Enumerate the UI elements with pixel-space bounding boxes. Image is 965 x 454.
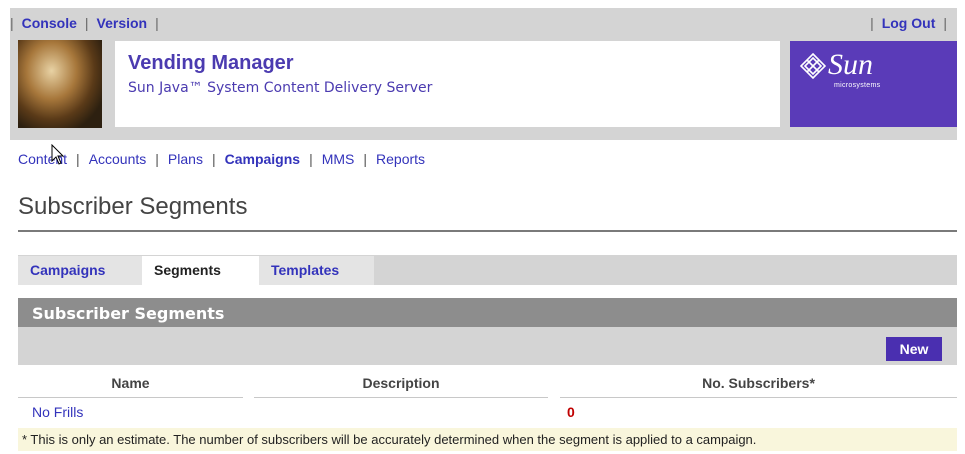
sun-logo-subtext: microsystems [834,82,881,89]
logout-area: | Log Out | [862,15,955,31]
title-divider [18,230,957,232]
mouse-cursor-icon [51,144,65,165]
column-divider [18,397,243,398]
subnav-item-campaigns[interactable]: Campaigns [225,151,300,167]
subnav-item-plans[interactable]: Plans [168,151,203,167]
subnav-separator: | [155,151,159,167]
column-divider [560,397,957,398]
subnav-separator: | [211,151,216,167]
top-nav: | Console | Version | [10,15,167,31]
new-segment-button[interactable]: New [886,337,942,361]
tab-templates[interactable]: Templates [259,256,374,285]
top-nav-separator: | [870,15,874,31]
sub-nav: Content | Accounts | Plans | Campaigns | MMS | Rep… [18,151,425,167]
sun-logo-icon [800,53,826,79]
column-header-subscribers[interactable]: No. Subscribers* [560,375,957,391]
segment-name-link[interactable]: No Frills [32,404,83,420]
app-title: Vending Manager [128,52,294,74]
subnav-separator: | [76,151,80,167]
logout-link[interactable]: Log Out [882,15,936,31]
app-subtitle: Sun Java™ System Content Delivery Server [128,80,433,96]
column-divider [254,397,548,398]
top-nav-separator: | [155,15,159,31]
section-title: Subscriber Segments [32,304,225,323]
top-nav-separator: | [943,15,947,31]
tab-segments[interactable]: Segments [142,256,260,285]
version-link[interactable]: Version [97,15,148,31]
subnav-separator: | [309,151,313,167]
page-title: Subscriber Segments [18,193,248,220]
table-toolbar [18,327,957,365]
subnav-item-reports[interactable]: Reports [376,151,425,167]
tab-campaigns[interactable]: Campaigns [18,256,142,285]
coins-photo [18,40,102,128]
column-header-description[interactable]: Description [254,375,548,391]
subnav-separator: | [363,151,368,167]
console-link[interactable]: Console [22,15,77,31]
column-header-name[interactable]: Name [18,375,243,391]
subnav-item-mms[interactable]: MMS [322,151,355,167]
top-nav-separator: | [10,15,14,31]
top-nav-separator: | [84,15,89,31]
segment-subscriber-count: 0 [567,404,575,420]
footnote-text: * This is only an estimate. The number o… [22,432,757,447]
sun-logo-text: Sun [828,48,873,81]
subnav-item-accounts[interactable]: Accounts [89,151,147,167]
